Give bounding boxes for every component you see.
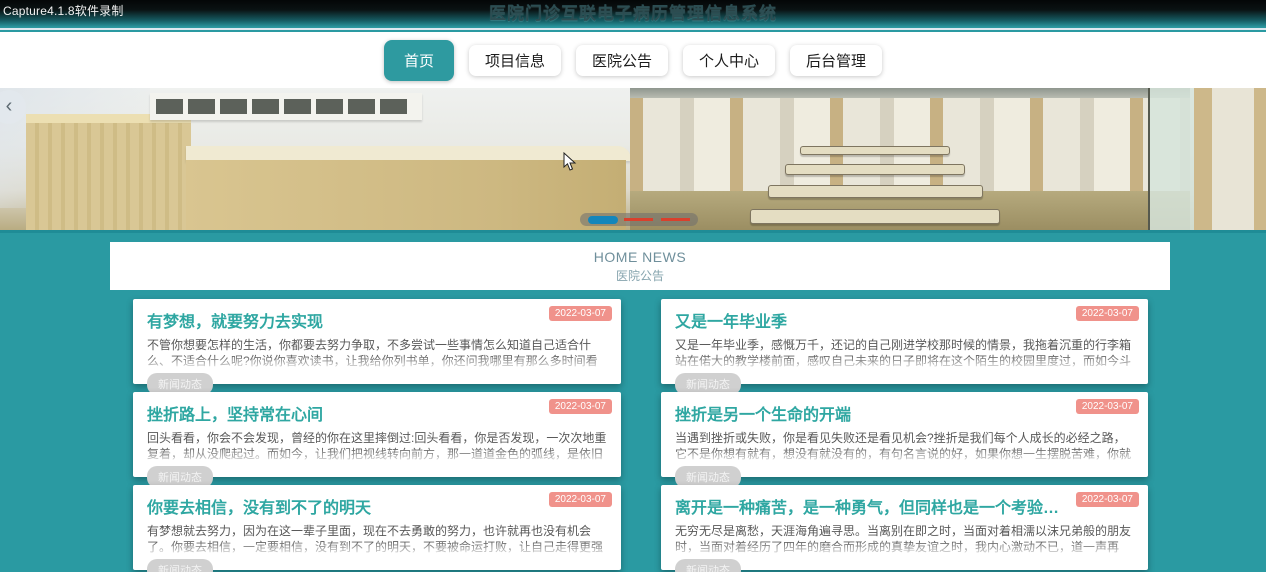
news-card-excerpt: 无穷无尽是离愁，天涯海角遍寻思。当离别在即之时，当面对着相濡以沫兄弟般的朋友时，…: [675, 524, 1132, 554]
page: Capture4.1.8软件录制 医院门诊互联电子病历管理信息系统 首页 项目信…: [0, 0, 1266, 572]
news-card[interactable]: 离开是一种痛苦，是一种勇气，但同样也是一个考验，是一个新的... 2022-03…: [661, 485, 1148, 572]
news-card[interactable]: 你要去相信，没有到不了的明天 2022-03-07 有梦想就去努力，因为在这一辈…: [133, 485, 621, 572]
news-card-grid: 有梦想，就要努力去实现 2022-03-07 不管你想要怎样的生活，你都要去努力…: [133, 299, 1148, 572]
tab-admin[interactable]: 后台管理: [790, 44, 883, 76]
hero-glass-partition: [1148, 88, 1194, 230]
news-card-title[interactable]: 挫折路上，坚持常在心间: [147, 401, 545, 425]
news-card[interactable]: 挫折路上，坚持常在心间 2022-03-07 回头看看，你会不会发现，曾经的你在…: [133, 392, 621, 488]
news-card-date-badge: 2022-03-07: [1075, 492, 1139, 507]
carousel-indicator[interactable]: [624, 218, 653, 221]
news-card-button[interactable]: 新闻动态: [147, 559, 213, 572]
hero-waiting-bench: [750, 209, 1000, 224]
news-card[interactable]: 又是一年毕业季 2022-03-07 又是一年毕业季，感慨万千，还记的自己刚进学…: [661, 299, 1148, 395]
top-header-bar: Capture4.1.8软件录制 医院门诊互联电子病历管理信息系统: [0, 0, 1266, 30]
news-card-date-badge: 2022-03-07: [548, 492, 612, 507]
news-header-subtitle: 医院公告: [615, 269, 664, 283]
news-card-title[interactable]: 有梦想，就要努力去实现: [147, 308, 545, 332]
tab-hospital-notice[interactable]: 医院公告: [575, 44, 668, 76]
news-card-title[interactable]: 你要去相信，没有到不了的明天: [147, 494, 545, 518]
news-card[interactable]: 挫折是另一个生命的开端 2022-03-07 当遇到挫折或失败，你是看见失败还是…: [661, 392, 1148, 488]
hero-counter-front: [186, 160, 626, 230]
banner-carousel[interactable]: ‹: [0, 88, 1266, 233]
news-card-date-badge: 2022-03-07: [1075, 306, 1139, 321]
news-card-date-badge: 2022-03-07: [1075, 399, 1139, 414]
news-card-button[interactable]: 新闻动态: [675, 559, 741, 572]
carousel-indicator[interactable]: [661, 218, 690, 221]
news-card-excerpt: 不管你想要怎样的生活，你都要去努力争取，不多尝试一些事情怎么知道自己适合什么、不…: [147, 338, 598, 368]
news-card-title[interactable]: 挫折是另一个生命的开端: [675, 401, 1072, 425]
hero-wall-shelf: [150, 93, 422, 120]
hero-right-wall: [1194, 88, 1266, 230]
mouse-cursor: [563, 152, 577, 171]
news-card-title[interactable]: 离开是一种痛苦，是一种勇气，但同样也是一个考验，是一个新的...: [675, 494, 1072, 518]
news-card-excerpt: 有梦想就去努力，因为在这一辈子里面，现在不去勇敢的努力，也许就再也没有机会了。你…: [147, 524, 604, 554]
hero-waiting-bench: [785, 164, 965, 175]
hero-reception-cabinet: [26, 114, 191, 230]
news-card-title[interactable]: 又是一年毕业季: [675, 308, 1072, 332]
tab-personal-center[interactable]: 个人中心: [683, 44, 776, 76]
news-card-excerpt: 回头看看，你会不会发现，曾经的你在这里摔倒过:回头看看，你是否发现，一次次地重复…: [147, 431, 607, 461]
tab-project-info[interactable]: 项目信息: [468, 44, 561, 76]
hero-waiting-bench: [768, 185, 983, 198]
news-card-date-badge: 2022-03-07: [548, 306, 612, 321]
news-section-header: HOME NEWS 医院公告: [110, 242, 1170, 290]
recorder-watermark: Capture4.1.8软件录制: [3, 4, 124, 18]
news-card-excerpt: 当遇到挫折或失败，你是看见失败还是看见机会?挫折是我们每个人成长的必经之路，它不…: [675, 431, 1132, 461]
tab-home[interactable]: 首页: [383, 39, 454, 81]
hero-waiting-bench: [800, 146, 950, 155]
news-card-date-badge: 2022-03-07: [548, 399, 612, 414]
carousel-indicator-active[interactable]: [588, 215, 618, 224]
news-header-title: HOME NEWS: [593, 249, 687, 265]
carousel-indicators: [580, 213, 698, 226]
main-nav: 首页 项目信息 医院公告 个人中心 后台管理: [0, 32, 1266, 88]
content-area: HOME NEWS 医院公告 有梦想，就要努力去实现 2022-03-07 不管…: [0, 236, 1266, 572]
page-title: 医院门诊互联电子病历管理信息系统: [489, 4, 777, 23]
news-card-excerpt: 又是一年毕业季，感慨万千，还记的自己刚进学校那时候的情景，我拖着沉重的行李箱站在…: [675, 338, 1132, 368]
news-card[interactable]: 有梦想，就要努力去实现 2022-03-07 不管你想要怎样的生活，你都要去努力…: [133, 299, 621, 395]
